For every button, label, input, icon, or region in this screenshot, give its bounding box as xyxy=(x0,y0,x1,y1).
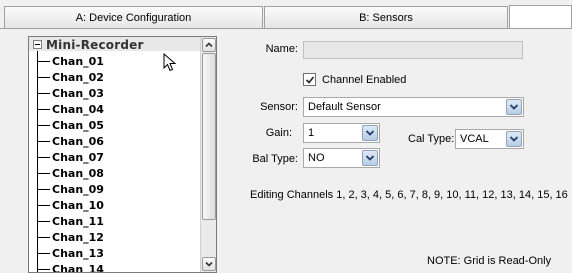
sensor-label: Sensor: xyxy=(260,101,298,113)
chevron-down-icon xyxy=(365,130,375,136)
tree-branch-line xyxy=(37,92,50,94)
tree-item-label: Chan_09 xyxy=(52,182,104,196)
gain-dropdown-button[interactable] xyxy=(362,125,378,141)
bal-type-dropdown-button[interactable] xyxy=(362,150,378,166)
tree-item-chan-05[interactable]: Chan_05 xyxy=(37,117,104,133)
bal-type-label: Bal Type: xyxy=(252,153,298,165)
mouse-pointer-icon xyxy=(163,53,177,72)
tree-branch-line xyxy=(37,188,50,190)
name-field[interactable] xyxy=(303,41,523,59)
tree-root-label: Mini-Recorder xyxy=(46,37,144,52)
bal-type-select[interactable]: NO xyxy=(303,148,380,168)
tree-item-chan-04[interactable]: Chan_04 xyxy=(37,101,104,117)
tree-scrollbar[interactable] xyxy=(200,37,216,272)
tree-item-chan-07[interactable]: Chan_07 xyxy=(37,149,104,165)
chevron-up-icon xyxy=(205,42,213,48)
scroll-thumb[interactable] xyxy=(202,53,216,220)
tab-label: B: Sensors xyxy=(359,11,413,24)
tree-item-chan-03[interactable]: Chan_03 xyxy=(37,85,104,101)
tree-item-label: Chan_03 xyxy=(52,86,104,100)
chevron-down-icon xyxy=(509,104,519,110)
tree-item-chan-08[interactable]: Chan_08 xyxy=(37,165,104,181)
tree-branch-line xyxy=(37,220,50,222)
tree-branch-line xyxy=(37,140,50,142)
tree-branch-line xyxy=(37,60,50,62)
tree-branch-line xyxy=(37,108,50,110)
name-label: Name: xyxy=(265,43,298,55)
tree-item-label: Chan_08 xyxy=(52,166,104,180)
tree-item-chan-01[interactable]: Chan_01 xyxy=(37,53,104,69)
sensor-form-panel: Name: Channel Enabled Sensor: Default Se… xyxy=(220,30,572,273)
tree-item-label: Chan_05 xyxy=(52,118,104,132)
tree-item-label: Chan_14 xyxy=(52,262,104,273)
chevron-down-icon xyxy=(205,261,213,267)
channel-tree[interactable]: Mini-Recorder Chan_01 Chan_02 Chan_03 Ch… xyxy=(28,36,217,273)
tree-item-chan-10[interactable]: Chan_10 xyxy=(37,197,104,213)
gain-label: Gain: xyxy=(265,127,292,139)
tree-item-chan-02[interactable]: Chan_02 xyxy=(37,69,104,85)
tree-root-node[interactable]: Mini-Recorder xyxy=(33,37,144,52)
checkbox-box[interactable] xyxy=(303,73,316,86)
tab-active-partial[interactable] xyxy=(509,5,572,29)
gain-select[interactable]: 1 xyxy=(303,123,380,143)
read-only-note: NOTE: Grid is Read-Only xyxy=(427,255,552,267)
cal-type-label: Cal Type: xyxy=(408,133,455,145)
tree-item-label: Chan_06 xyxy=(52,134,104,148)
tree-branch-line xyxy=(37,172,50,174)
tab-device-configuration[interactable]: A: Device Configuration xyxy=(4,6,263,28)
chevron-down-icon xyxy=(509,136,519,142)
tree-item-label: Chan_07 xyxy=(52,150,104,164)
tree-item-label: Chan_12 xyxy=(52,230,104,244)
checkmark-icon xyxy=(305,75,314,84)
tree-branch-line xyxy=(37,204,50,206)
tree-item-label: Chan_13 xyxy=(52,246,104,260)
tree-item-label: Chan_02 xyxy=(52,70,104,84)
tree-item-chan-11[interactable]: Chan_11 xyxy=(37,213,104,229)
tree-item-label: Chan_11 xyxy=(52,214,104,228)
tree-item-label: Chan_04 xyxy=(52,102,104,116)
bal-type-select-value: NO xyxy=(308,152,325,164)
tab-divider xyxy=(0,28,572,29)
channel-enabled-checkbox[interactable]: Channel Enabled xyxy=(303,73,406,86)
tree-item-chan-09[interactable]: Chan_09 xyxy=(37,181,104,197)
tree-branch-line xyxy=(37,252,50,254)
tree-item-chan-12[interactable]: Chan_12 xyxy=(37,229,104,245)
tree-branch-line xyxy=(37,236,50,238)
scroll-up-button[interactable] xyxy=(202,38,216,52)
tab-sensors[interactable]: B: Sensors xyxy=(264,6,508,28)
tree-item-chan-14[interactable]: Chan_14 xyxy=(37,261,104,273)
tree-branch-line xyxy=(37,124,50,126)
tree-item-chan-13[interactable]: Chan_13 xyxy=(37,245,104,261)
gain-select-value: 1 xyxy=(308,127,315,139)
tree-branch-line xyxy=(37,156,50,158)
tab-bar: A: Device Configuration B: Sensors xyxy=(0,0,572,34)
cal-type-select[interactable]: VCAL xyxy=(455,129,524,149)
sensor-dropdown-button[interactable] xyxy=(506,99,522,115)
tab-label: A: Device Configuration xyxy=(75,11,192,24)
channel-enabled-label: Channel Enabled xyxy=(322,73,407,86)
sensor-select[interactable]: Default Sensor xyxy=(303,97,524,117)
editing-channels-text: Editing Channels 1, 2, 3, 4, 5, 6, 7, 8,… xyxy=(250,189,568,201)
tree-branch-line xyxy=(37,268,50,270)
tree-item-label: Chan_01 xyxy=(52,54,104,68)
tree-item-label: Chan_10 xyxy=(52,198,104,212)
cal-type-select-value: VCAL xyxy=(460,133,489,145)
scroll-down-button[interactable] xyxy=(202,257,216,271)
collapse-icon[interactable] xyxy=(33,40,42,49)
cal-type-dropdown-button[interactable] xyxy=(506,131,522,147)
sensor-select-value: Default Sensor xyxy=(308,101,381,113)
tree-item-chan-06[interactable]: Chan_06 xyxy=(37,133,104,149)
chevron-down-icon xyxy=(365,155,375,161)
tree-branch-line xyxy=(37,76,50,78)
